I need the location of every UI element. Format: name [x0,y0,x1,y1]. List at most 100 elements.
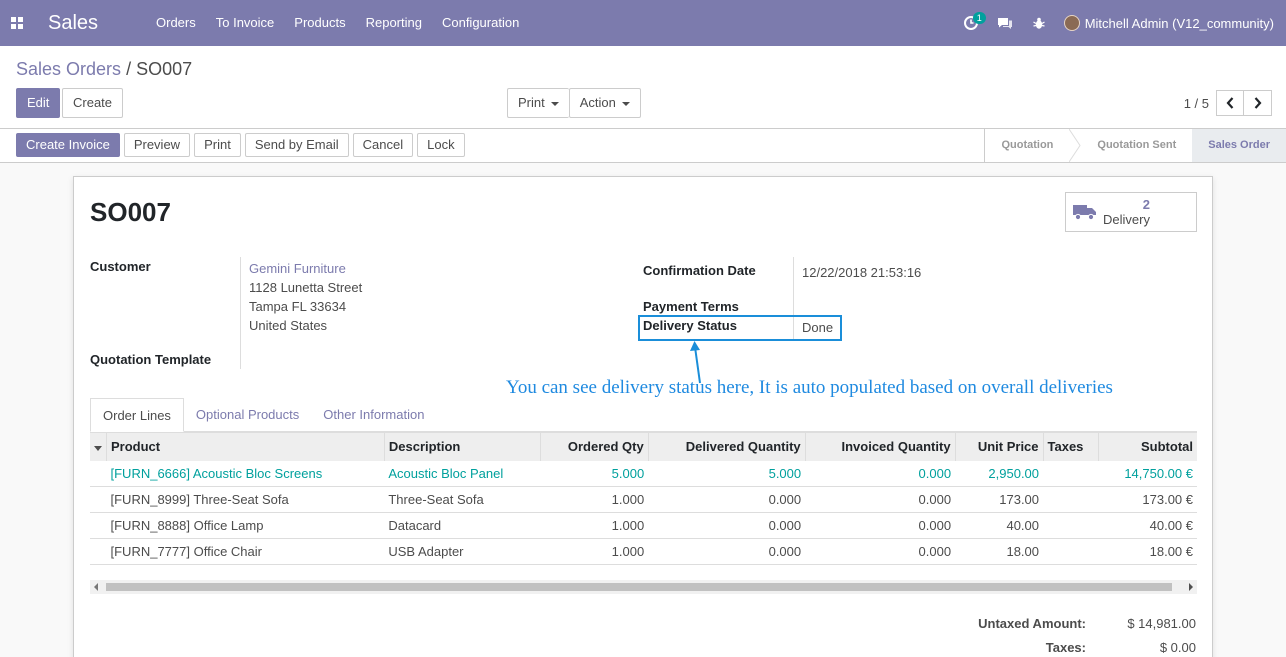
debug-bug-icon[interactable] [1022,0,1056,46]
cell-taxes [1043,460,1099,487]
customer-address-line: United States [249,318,328,333]
column-header-unit-price[interactable]: Unit Price [955,432,1044,461]
taxes-label: Taxes: [1045,640,1086,655]
breadcrumb-parent[interactable]: Sales Orders [16,59,121,79]
avatar [1063,15,1080,31]
delivery-label: Delivery [1103,212,1150,227]
cancel-button[interactable]: Cancel [352,133,414,157]
scroll-right-icon[interactable] [1189,583,1193,591]
customer-address-line: 1128 Lunetta Street [249,280,363,295]
cell-description: USB Adapter [384,538,541,565]
annotation-text: You can see delivery status here, It is … [506,377,1113,398]
order-lines-table: Product Description Ordered Qty Delivere… [90,432,1197,565]
chevron-left-icon [1226,97,1234,109]
table-row[interactable]: [FURN_8888] Office Lamp Datacard 1.000 0… [90,512,1197,539]
quotation-template-label: Quotation Template [90,352,212,367]
scroll-left-icon[interactable] [94,583,98,591]
user-menu[interactable]: Mitchell Admin (V12_community) [1056,15,1286,31]
confirmation-date-value[interactable]: 12/22/2018 21:53:16 [802,265,921,280]
activity-badge: 1 [972,12,986,24]
tab-order-lines[interactable]: Order Lines [90,398,184,432]
table-horizontal-scrollbar[interactable] [90,580,1197,594]
cell-taxes [1043,512,1099,539]
column-header-product[interactable]: Product [106,432,385,461]
print-dropdown-label: Print [518,95,545,110]
menu-configuration[interactable]: Configuration [432,0,529,46]
cell-taxes [1043,486,1099,513]
table-row[interactable]: [FURN_8999] Three-Seat Sofa Three-Seat S… [90,486,1197,513]
action-caret-icon [621,101,630,106]
pager-previous-button[interactable] [1216,90,1244,116]
stage-divider-icon [1069,129,1082,162]
pager-next-button[interactable] [1244,90,1272,116]
annotation-highlight-box [638,315,842,341]
column-header-taxes[interactable]: Taxes [1043,432,1100,461]
cell-ordered-qty: 1.000 [540,486,649,513]
tab-other-information[interactable]: Other Information [311,398,436,431]
form-sheet: SO007 2 Delivery Customer Gemini Furnitu… [73,176,1213,657]
print-action-group: Print Action [507,88,641,118]
column-header-delivered-qty[interactable]: Delivered Quantity [648,432,806,461]
cell-description: Datacard [384,512,541,539]
lock-button[interactable]: Lock [417,133,465,157]
customer-name-link[interactable]: Gemini Furniture [249,261,346,276]
user-name: Mitchell Admin (V12_community) [1084,15,1274,31]
create-button[interactable]: Create [62,88,124,118]
menu-products[interactable]: Products [284,0,355,46]
taxes-value: $ 0.00 [1159,640,1196,655]
column-header-subtotal[interactable]: Subtotal [1098,432,1197,461]
cell-ordered-qty: 1.000 [540,538,649,565]
cell-taxes [1043,538,1099,565]
cell-product: [FURN_7777] Office Chair [106,538,385,565]
truck-icon [1073,205,1096,221]
cell-delivered-qty: 0.000 [648,512,806,539]
delivery-smart-button[interactable]: 2 Delivery [1065,192,1197,232]
cell-ordered-qty: 5.000 [540,460,649,487]
scrollbar-thumb[interactable] [106,583,1172,591]
cell-description: Acoustic Bloc Panel [384,460,541,487]
preview-button[interactable]: Preview [123,133,191,157]
stage-bar: Quotation Quotation Sent Sales Order [984,129,1286,162]
send-by-email-button[interactable]: Send by Email [244,133,349,157]
cell-invoiced-qty: 0.000 [805,486,956,513]
app-brand[interactable]: Sales [48,12,146,35]
print-dropdown[interactable]: Print [507,88,569,118]
column-header-invoiced-qty[interactable]: Invoiced Quantity [805,432,956,461]
apps-menu-icon[interactable] [0,0,34,46]
print-button[interactable]: Print [194,133,241,157]
menu-orders[interactable]: Orders [146,0,206,46]
action-dropdown[interactable]: Action [568,88,641,118]
stage-sales-order[interactable]: Sales Order [1192,129,1286,162]
notebook-tabs: Order Lines Optional Products Other Info… [90,398,1197,432]
column-header-ordered-qty[interactable]: Ordered Qty [540,432,649,461]
cell-subtotal: 173.00 € [1098,486,1197,513]
create-invoice-button[interactable]: Create Invoice [16,133,120,157]
chevron-right-icon [1254,97,1261,109]
menu-reporting[interactable]: Reporting [356,0,432,46]
cell-ordered-qty: 1.000 [540,512,649,539]
menu-to-invoice[interactable]: To Invoice [206,0,285,46]
tab-optional-products[interactable]: Optional Products [184,398,311,431]
cell-delivered-qty: 0.000 [648,538,806,565]
activity-clock-icon[interactable]: 1 [954,0,988,46]
table-row[interactable]: [FURN_7777] Office Chair USB Adapter 1.0… [90,538,1197,565]
table-row[interactable]: [FURN_6666] Acoustic Bloc Screens Acoust… [90,460,1197,487]
edit-button[interactable]: Edit [16,88,61,118]
control-panel: Sales Orders / SO007 Edit Create Print A… [0,46,1286,129]
statusbar: Create Invoice Preview Print Send by Ema… [0,129,1286,163]
cell-product: [FURN_8999] Three-Seat Sofa [106,486,385,513]
cell-subtotal: 18.00 € [1098,538,1197,565]
cell-description: Three-Seat Sofa [384,486,541,513]
messaging-chat-icon[interactable] [988,0,1022,46]
customer-label: Customer [90,259,151,274]
breadcrumb: Sales Orders / SO007 [16,59,192,80]
stage-quotation-sent[interactable]: Quotation Sent [1081,129,1192,162]
handle-column-header[interactable] [90,432,107,461]
cell-product: [FURN_6666] Acoustic Bloc Screens [106,460,385,487]
column-header-description[interactable]: Description [384,432,541,461]
left-field-divider [240,257,241,369]
stage-quotation[interactable]: Quotation [985,129,1069,162]
cell-unit-price: 18.00 [955,538,1044,565]
pager-value[interactable]: 1 / 5 [1184,96,1209,111]
untaxed-amount-value: $ 14,981.00 [1127,616,1196,631]
